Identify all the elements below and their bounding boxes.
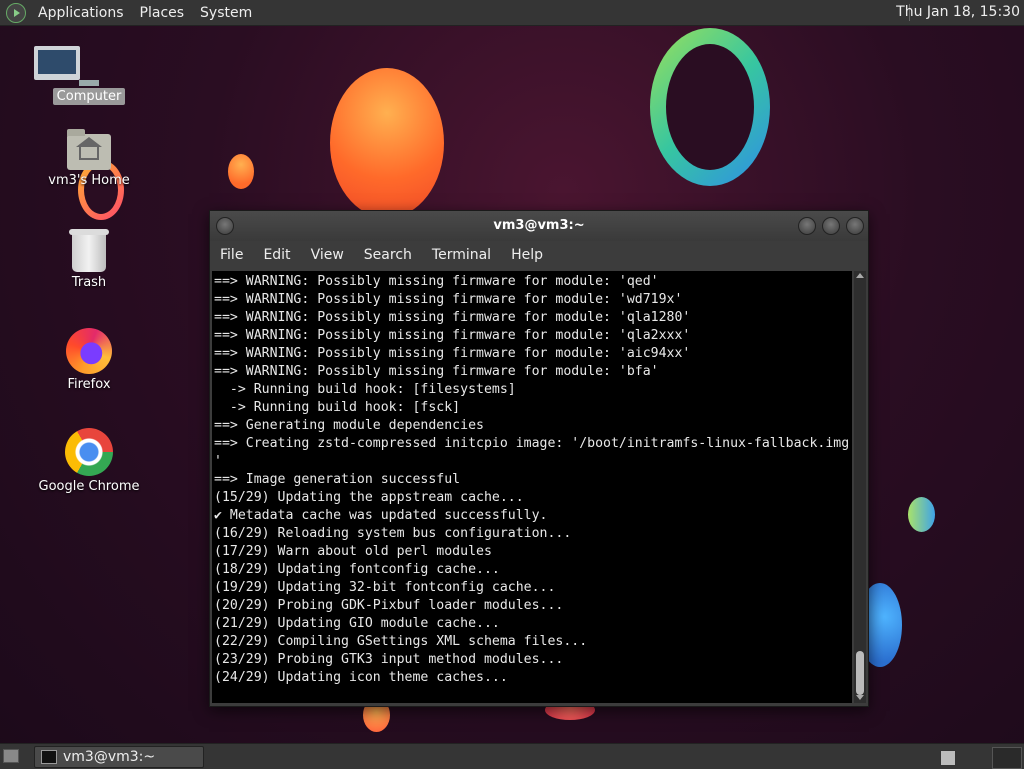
terminal-line: ==> Creating zstd-compressed initcpio im… [214, 436, 850, 451]
mate-logo-icon[interactable] [6, 2, 26, 23]
firefox-icon [66, 328, 112, 374]
close-button[interactable] [846, 217, 864, 235]
terminal-line: ==> WARNING: Possibly missing firmware f… [214, 328, 691, 343]
system-menu[interactable]: System [192, 5, 260, 21]
chrome-icon [65, 428, 113, 476]
home-folder-icon [67, 129, 111, 170]
scroll-thumb[interactable] [856, 651, 864, 695]
desktop-icon-label: Computer [52, 88, 126, 105]
top-panel: Applications Places System Thu Jan 18, 1… [0, 0, 1024, 26]
desktop-icon-firefox[interactable]: Firefox [34, 328, 144, 393]
terminal-line: ==> WARNING: Possibly missing firmware f… [214, 364, 659, 379]
terminal-line: (20/29) Probing GDK-Pixbuf loader module… [214, 598, 564, 613]
terminal-line: (23/29) Probing GTK3 input method module… [214, 652, 564, 667]
terminal-line: ✔ Metadata cache was updated successfull… [214, 508, 548, 523]
scroll-down-arrow-icon[interactable] [856, 695, 864, 700]
terminal-line: (22/29) Compiling GSettings XML schema f… [214, 634, 588, 649]
terminal-line: (24/29) Updating icon theme caches... [214, 670, 508, 685]
places-menu[interactable]: Places [132, 5, 193, 21]
desktop-icon-label: Trash [71, 275, 107, 290]
desktop-icon-home[interactable]: vm3's Home [34, 129, 144, 189]
terminal-line: ==> Generating module dependencies [214, 418, 484, 433]
trash-icon [69, 229, 109, 272]
wallpaper-small-orange-blob [228, 154, 254, 189]
applications-menu[interactable]: Applications [30, 5, 132, 21]
clock[interactable]: Thu Jan 18, 15:30 [896, 4, 1020, 20]
terminal-line: (19/29) Updating 32-bit fontconfig cache… [214, 580, 556, 595]
terminal-window[interactable]: vm3@vm3:~ File Edit View Search Terminal… [209, 210, 869, 707]
bottom-panel: vm3@vm3:~ [0, 743, 1024, 769]
terminal-line: (15/29) Updating the appstream cache... [214, 490, 524, 505]
minimize-button[interactable] [798, 217, 816, 235]
computer-icon [34, 46, 144, 86]
scroll-up-arrow-icon[interactable] [856, 273, 864, 278]
terminal-line: (16/29) Reloading system bus configurati… [214, 526, 572, 541]
terminal-line: ==> Image generation successful [214, 472, 461, 487]
terminal-line: ' [214, 454, 222, 469]
menu-edit[interactable]: Edit [253, 247, 300, 263]
wallpaper-green-blob [908, 497, 935, 532]
menu-view[interactable]: View [301, 247, 354, 263]
menu-help[interactable]: Help [501, 247, 553, 263]
terminal-scrollbar[interactable] [854, 271, 866, 703]
terminal-line: ==> WARNING: Possibly missing firmware f… [214, 310, 691, 325]
desktop-icon-trash[interactable]: Trash [34, 229, 144, 291]
menu-file[interactable]: File [210, 247, 253, 263]
wallpaper-green-ring [650, 28, 770, 186]
wallpaper-orange-blob [330, 68, 444, 218]
taskbar-label: vm3@vm3:~ [63, 749, 156, 765]
menu-search[interactable]: Search [354, 247, 422, 263]
terminal-line: ==> WARNING: Possibly missing firmware f… [214, 292, 683, 307]
workspace-switcher-1[interactable] [940, 750, 956, 766]
maximize-button[interactable] [822, 217, 840, 235]
desktop-icon-chrome[interactable]: Google Chrome [34, 428, 144, 495]
terminal-line: -> Running build hook: [fsck] [214, 400, 461, 415]
terminal-line: (17/29) Warn about old perl modules [214, 544, 492, 559]
terminal-line: ==> WARNING: Possibly missing firmware f… [214, 274, 659, 289]
menu-terminal[interactable]: Terminal [422, 247, 501, 263]
terminal-text: ==> WARNING: Possibly missing firmware f… [212, 271, 852, 689]
terminal-line: ==> WARNING: Possibly missing firmware f… [214, 346, 691, 361]
terminal-title: vm3@vm3:~ [493, 218, 585, 233]
desktop-icon-label: Firefox [67, 377, 111, 392]
taskbar-terminal-button[interactable]: vm3@vm3:~ [34, 746, 204, 768]
desktop-icon-label: vm3's Home [48, 173, 130, 188]
terminal-output[interactable]: ==> WARNING: Possibly missing firmware f… [212, 271, 852, 703]
workspace-switcher-2[interactable] [992, 747, 1022, 769]
desktop-icon-label: Google Chrome [38, 479, 140, 494]
terminal-line: -> Running build hook: [filesystems] [214, 382, 516, 397]
terminal-menubar: File Edit View Search Terminal Help [210, 241, 868, 269]
terminal-line: (21/29) Updating GIO module cache... [214, 616, 500, 631]
terminal-line: (18/29) Updating fontconfig cache... [214, 562, 500, 577]
terminal-titlebar[interactable]: vm3@vm3:~ [210, 211, 868, 241]
show-desktop-icon[interactable] [3, 749, 19, 763]
terminal-icon [41, 750, 57, 764]
desktop-icon-computer[interactable]: Computer [34, 46, 144, 105]
